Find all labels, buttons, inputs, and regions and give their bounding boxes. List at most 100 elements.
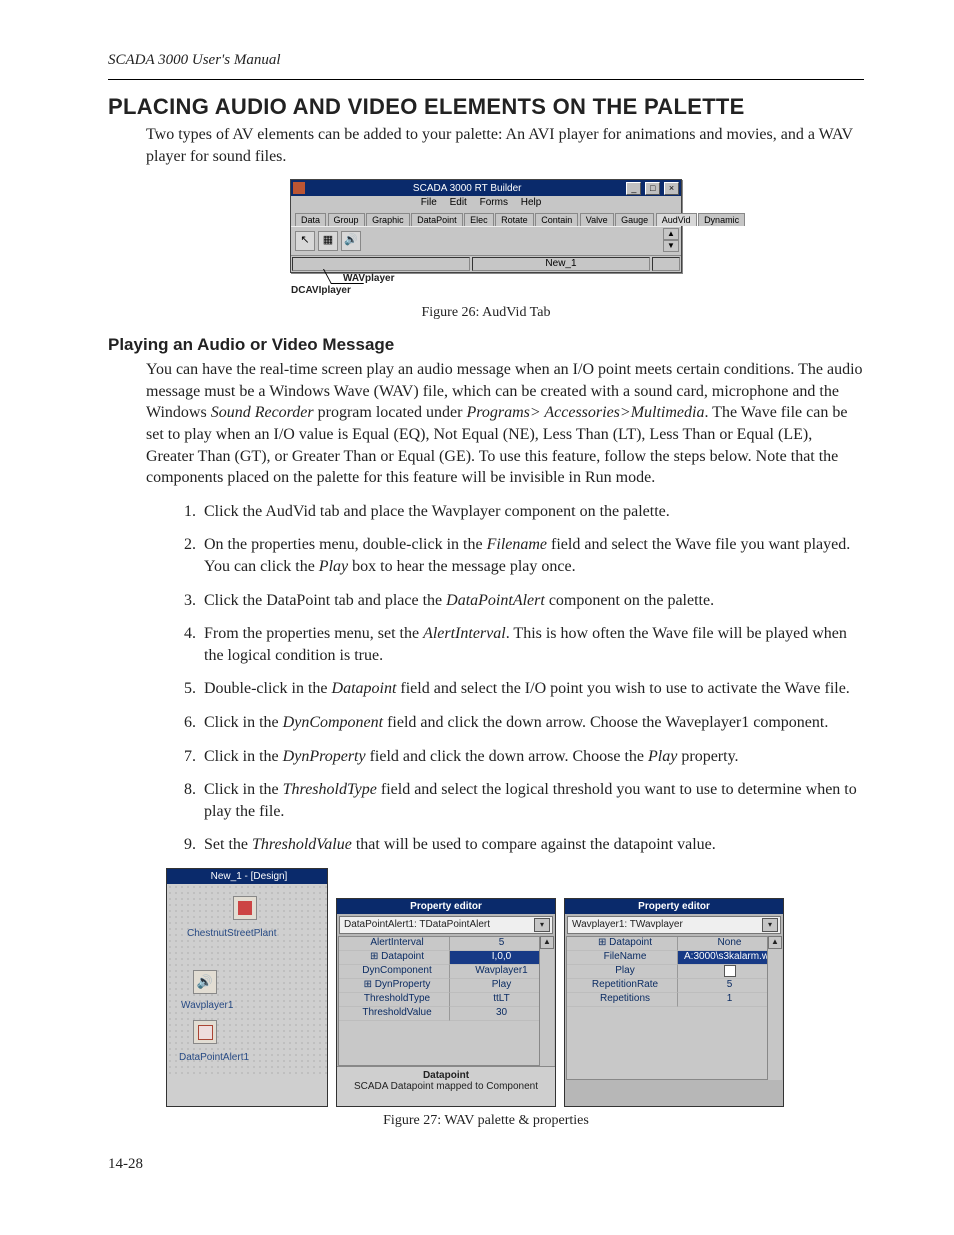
- prop-value[interactable]: None: [678, 937, 781, 951]
- scroll-down-button[interactable]: ▼: [663, 240, 679, 252]
- prop-key: DynProperty: [339, 979, 450, 993]
- prop-key: ThresholdType: [339, 993, 450, 1007]
- wavplayer-label: Wavplayer1: [181, 1000, 233, 1011]
- minimize-button[interactable]: _: [626, 182, 641, 195]
- tab-group[interactable]: Group: [328, 213, 365, 226]
- text-italic: DataPointAlert: [446, 592, 545, 609]
- section-title: PLACING AUDIO AND VIDEO ELEMENTS ON THE …: [108, 94, 864, 120]
- tab-graphic[interactable]: Graphic: [366, 213, 410, 226]
- wav-tool-icon[interactable]: 🔊: [341, 231, 361, 251]
- step-1: Click the AudVid tab and place the Wavpl…: [200, 501, 864, 523]
- text-italic: Sound Recorder: [211, 404, 314, 421]
- text: that will be used to compare against the…: [352, 836, 716, 853]
- status-cell-3: [652, 257, 680, 271]
- description-title: Datapoint: [341, 1070, 551, 1081]
- scroll-up-icon[interactable]: ▲: [540, 936, 554, 949]
- tab-dynamic[interactable]: Dynamic: [698, 213, 745, 226]
- wavplayer-component-icon[interactable]: [193, 970, 217, 994]
- prop-row[interactable]: DynProperty Play: [339, 979, 553, 993]
- step-8: Click in the ThresholdType field and sel…: [200, 779, 864, 822]
- prop-row-selected[interactable]: Datapoint I,0,0: [339, 951, 553, 965]
- text: Click the DataPoint tab and place the: [204, 592, 446, 609]
- prop-value[interactable]: 30: [450, 1007, 553, 1021]
- text-italic: Filename: [487, 536, 547, 553]
- status-cell-2: New_1: [472, 257, 650, 271]
- prop-value[interactable]: [678, 965, 781, 979]
- text-italic: AlertInterval: [423, 625, 506, 642]
- text-italic: ThresholdValue: [252, 836, 352, 853]
- prop-key: ThresholdValue: [339, 1007, 450, 1021]
- prop-row-selected[interactable]: FileName A:3000\s3kalarm.wav: [567, 951, 781, 965]
- window-buttons: _ □ ×: [625, 182, 679, 195]
- toolbar-scroll: ▲ ▼: [663, 228, 679, 252]
- prop-value[interactable]: Play: [450, 979, 553, 993]
- scroll-up-icon[interactable]: ▲: [768, 936, 782, 949]
- tab-contain[interactable]: Contain: [535, 213, 578, 226]
- prop-key: Datapoint: [339, 951, 450, 965]
- text: program located under: [314, 404, 467, 421]
- tab-valve[interactable]: Valve: [580, 213, 614, 226]
- maximize-button[interactable]: □: [645, 182, 660, 195]
- step-2: On the properties menu, double-click in …: [200, 534, 864, 577]
- prop-row[interactable]: AlertInterval 5: [339, 937, 553, 951]
- checkbox-icon[interactable]: [724, 965, 736, 977]
- prop-row[interactable]: ThresholdType ttLT: [339, 993, 553, 1007]
- property-editor-title: Property editor: [337, 899, 555, 914]
- scrollbar[interactable]: ▲: [539, 936, 554, 1066]
- step-4: From the properties menu, set the AlertI…: [200, 623, 864, 666]
- tab-data[interactable]: Data: [295, 213, 326, 226]
- component-selector[interactable]: Wavplayer1: TWavplayer ▾: [567, 916, 781, 934]
- design-canvas[interactable]: ChestnutStreetPlant Wavplayer1 DataPoint…: [167, 884, 327, 1074]
- chevron-down-icon[interactable]: ▾: [534, 918, 550, 932]
- prop-value[interactable]: I,0,0: [450, 951, 553, 965]
- prop-value[interactable]: ttLT: [450, 993, 553, 1007]
- toolbar: ↖ ▦ 🔊 ▲ ▼: [291, 226, 681, 255]
- figure-27: New_1 - [Design] ChestnutStreetPlant Wav…: [108, 868, 864, 1107]
- menu-help[interactable]: Help: [521, 197, 542, 208]
- tab-elec[interactable]: Elec: [464, 213, 494, 226]
- prop-row[interactable]: DynComponent Wavplayer1: [339, 965, 553, 979]
- prop-key: AlertInterval: [339, 937, 450, 951]
- close-button[interactable]: ×: [664, 182, 679, 195]
- text: property.: [677, 748, 738, 765]
- tab-gauge[interactable]: Gauge: [615, 213, 654, 226]
- menu-file[interactable]: File: [421, 197, 437, 208]
- prop-value-text: I,0,0: [490, 951, 513, 962]
- prop-value[interactable]: Wavplayer1: [450, 965, 553, 979]
- scroll-up-button[interactable]: ▲: [663, 228, 679, 240]
- plant-component-icon[interactable]: [233, 896, 257, 920]
- scrollbar[interactable]: ▲: [767, 936, 782, 1080]
- grid-blank: [339, 1021, 553, 1065]
- prop-value[interactable]: 5: [450, 937, 553, 951]
- window-title: SCADA 3000 RT Builder: [309, 183, 625, 194]
- prop-row[interactable]: Play: [567, 965, 781, 979]
- menu-forms[interactable]: Forms: [480, 197, 508, 208]
- intro-paragraph: Two types of AV elements can be added to…: [146, 124, 864, 167]
- prop-value[interactable]: 1: [678, 993, 781, 1007]
- tab-audvid[interactable]: AudVid: [656, 213, 697, 226]
- prop-value[interactable]: A:3000\s3kalarm.wav: [678, 951, 781, 965]
- menubar: File Edit Forms Help: [291, 196, 681, 209]
- subsection-body: You can have the real-time screen play a…: [146, 359, 864, 856]
- prop-row[interactable]: Datapoint None: [567, 937, 781, 951]
- chevron-down-icon[interactable]: ▾: [762, 918, 778, 932]
- menu-edit[interactable]: Edit: [450, 197, 467, 208]
- text: field and click the down arrow. Choose t…: [383, 714, 828, 731]
- property-grid: ▲ AlertInterval 5 Datapoint I,0,0 DynCom…: [338, 936, 554, 1066]
- tabstrip: Data Group Graphic DataPoint Elec Rotate…: [291, 209, 681, 226]
- text-italic: ThresholdType: [283, 781, 377, 798]
- intro-block: Two types of AV elements can be added to…: [146, 124, 864, 167]
- tab-rotate[interactable]: Rotate: [495, 213, 534, 226]
- text: Double-click in the: [204, 680, 332, 697]
- prop-row[interactable]: RepetitionRate 5: [567, 979, 781, 993]
- prop-row[interactable]: ThresholdValue 30: [339, 1007, 553, 1021]
- pointer-tool-icon[interactable]: ↖: [295, 231, 315, 251]
- datapointalert-component-icon[interactable]: [193, 1020, 217, 1044]
- component-selector[interactable]: DataPointAlert1: TDataPointAlert ▾: [339, 916, 553, 934]
- tab-datapoint[interactable]: DataPoint: [411, 213, 463, 226]
- prop-row[interactable]: Repetitions 1: [567, 993, 781, 1007]
- step-6: Click in the DynComponent field and clic…: [200, 712, 864, 734]
- avi-tool-icon[interactable]: ▦: [318, 231, 338, 251]
- prop-value[interactable]: 5: [678, 979, 781, 993]
- property-grid: ▲ Datapoint None FileName A:3000\s3kalar…: [566, 936, 782, 1080]
